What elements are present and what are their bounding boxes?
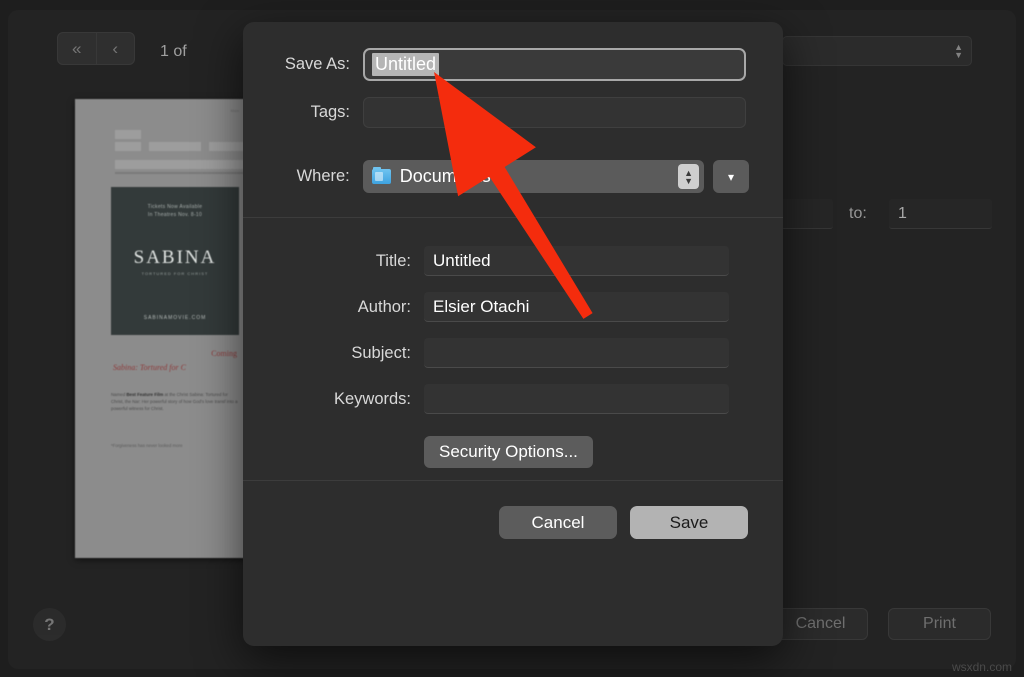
save-dialog-top-section: Save As: Untitled Tags: Where: Documents… xyxy=(243,22,783,217)
tags-label: Tags: xyxy=(310,103,350,121)
save-as-selected-text: Untitled xyxy=(372,53,440,76)
poster-website: SABINAMOVIE.COM xyxy=(143,315,207,321)
keywords-input[interactable] xyxy=(424,384,729,414)
title-input[interactable]: Untitled xyxy=(424,246,729,276)
page-range-to-label: to: xyxy=(849,205,867,222)
stepper-updown-icon[interactable]: ▲ ▼ xyxy=(678,164,700,189)
where-row: Where: Documents ▲ ▼ ▾ xyxy=(243,160,749,193)
preview-coming-label: Coming xyxy=(211,349,237,358)
preview-header-note: Mon xyxy=(230,108,239,113)
page-range-from-input[interactable] xyxy=(781,199,833,229)
first-page-button[interactable]: « xyxy=(58,33,97,64)
save-button[interactable]: Save xyxy=(630,506,748,539)
where-selected-value: Documents xyxy=(399,166,491,186)
author-input[interactable]: Elsier Otachi xyxy=(424,292,729,322)
author-row: Author: Elsier Otachi xyxy=(243,292,749,322)
preview-block xyxy=(115,142,141,151)
dialog-footer: Cancel Save xyxy=(243,481,783,539)
help-button[interactable]: ? xyxy=(33,608,66,641)
preview-poster-image: Tickets Now Available In Theatres Nov. 8-… xyxy=(111,187,239,335)
pdf-metadata-section: Title: Untitled Author: Elsier Otachi Su… xyxy=(243,218,783,480)
poster-subtitle: TORTURED FOR CHRIST xyxy=(141,271,209,276)
subject-row: Subject: xyxy=(243,338,749,368)
tags-row: Tags: xyxy=(243,97,749,128)
title-label: Title: xyxy=(375,251,411,270)
preview-body-bold: Best Feature Film xyxy=(126,392,164,397)
preview-block xyxy=(115,130,141,139)
preview-body-text: Named Best Feature Film at the Christ Sa… xyxy=(111,391,241,412)
author-label: Author: xyxy=(357,297,411,316)
preview-block xyxy=(115,160,247,169)
page-count-label: 1 of xyxy=(160,43,187,60)
poster-tagline: Tickets Now Available In Theatres Nov. 8-… xyxy=(147,204,203,218)
keywords-label: Keywords: xyxy=(333,389,411,408)
preview-footnote: *Forgiveness has never looked more xyxy=(111,443,183,448)
save-as-input[interactable]: Untitled xyxy=(363,48,746,81)
print-cancel-button[interactable]: Cancel xyxy=(773,608,868,640)
title-row: Title: Untitled xyxy=(243,246,749,276)
watermark: wsxdn.com xyxy=(951,660,1012,674)
keywords-row: Keywords: xyxy=(243,384,749,414)
tags-input[interactable] xyxy=(363,97,746,128)
blue-folder-icon xyxy=(371,167,391,184)
preview-rule xyxy=(115,172,247,174)
subject-label: Subject: xyxy=(351,343,411,362)
preview-block xyxy=(149,142,201,151)
security-options-row: Security Options... xyxy=(243,436,749,468)
print-button[interactable]: Print xyxy=(888,608,991,640)
save-as-label: Save As: xyxy=(284,55,350,73)
previous-page-button[interactable]: ‹ xyxy=(97,33,135,64)
save-as-row: Save As: Untitled xyxy=(243,48,749,81)
preview-block xyxy=(209,142,247,151)
preview-film-title: Sabina: Tortured for C xyxy=(113,363,186,372)
where-label: Where: xyxy=(296,167,350,185)
preview-header-block: Mon xyxy=(87,104,247,176)
page-range-to-input[interactable]: 1 xyxy=(889,199,992,229)
printer-popup-select[interactable]: ▲ ▼ xyxy=(782,36,972,66)
preview-body-lead: Named xyxy=(111,392,127,397)
subject-input[interactable] xyxy=(424,338,729,368)
cancel-button[interactable]: Cancel xyxy=(499,506,617,539)
security-options-button[interactable]: Security Options... xyxy=(424,436,593,468)
page-nav-segmented-control[interactable]: « ‹ xyxy=(57,32,135,65)
where-location-select[interactable]: Documents ▲ ▼ xyxy=(362,160,705,193)
poster-title: SABINA xyxy=(133,247,217,268)
document-preview-thumbnail[interactable]: Mon Tickets Now Available In Theatres Nov… xyxy=(75,99,247,558)
save-as-dialog: Save As: Untitled Tags: Where: Documents… xyxy=(243,22,783,646)
stepper-updown-icon: ▲ ▼ xyxy=(954,42,963,60)
chevron-down-icon[interactable]: ▾ xyxy=(713,160,749,193)
